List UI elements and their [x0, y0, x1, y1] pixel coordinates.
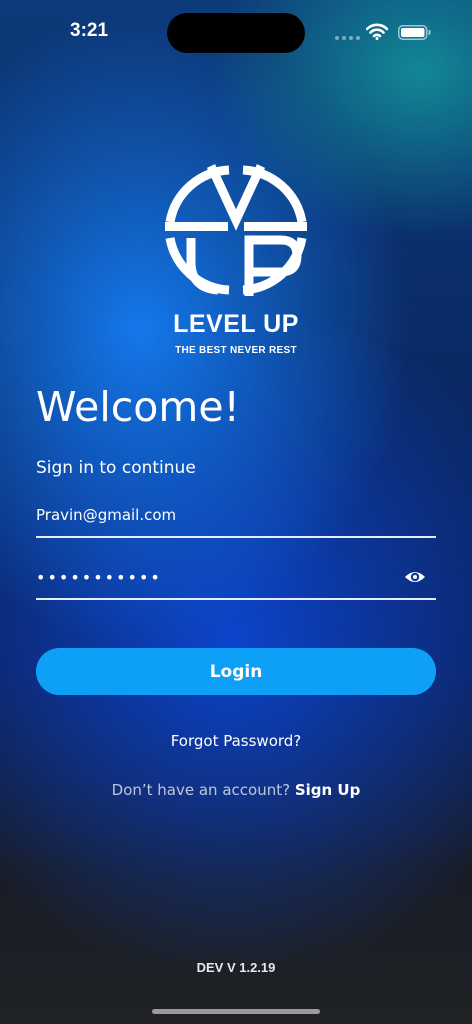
welcome-title: Welcome! [36, 383, 240, 431]
eye-icon[interactable] [404, 566, 426, 588]
wifi-icon [366, 23, 388, 40]
welcome-subtitle: Sign in to continue [36, 458, 196, 478]
status-time: 3:21 [70, 20, 109, 41]
status-bar: 3:21 [0, 0, 472, 64]
brand-tagline: THE BEST NEVER REST [175, 345, 297, 356]
password-input[interactable] [36, 562, 376, 592]
dynamic-island [167, 13, 305, 53]
signup-prompt: Don’t have an account? [111, 781, 291, 799]
cellular-signal-icon [335, 36, 360, 40]
email-field [36, 500, 436, 538]
sign-up-link[interactable]: Sign Up [295, 781, 361, 799]
level-up-logo-icon [165, 164, 307, 296]
home-indicator[interactable] [152, 1009, 320, 1014]
login-button[interactable]: Login [36, 648, 436, 695]
login-screen: 3:21 LEVEL UP THE BEST NEVER REST Welcom… [0, 0, 472, 1024]
battery-icon [398, 25, 431, 40]
password-field [36, 562, 436, 600]
app-version: DEV V 1.2.19 [196, 960, 276, 975]
signup-row: Don’t have an account? Sign Up [0, 781, 472, 799]
email-input[interactable] [36, 500, 376, 530]
forgot-password-link[interactable]: Forgot Password? [0, 732, 472, 750]
brand-name: LEVEL UP [173, 310, 299, 338]
